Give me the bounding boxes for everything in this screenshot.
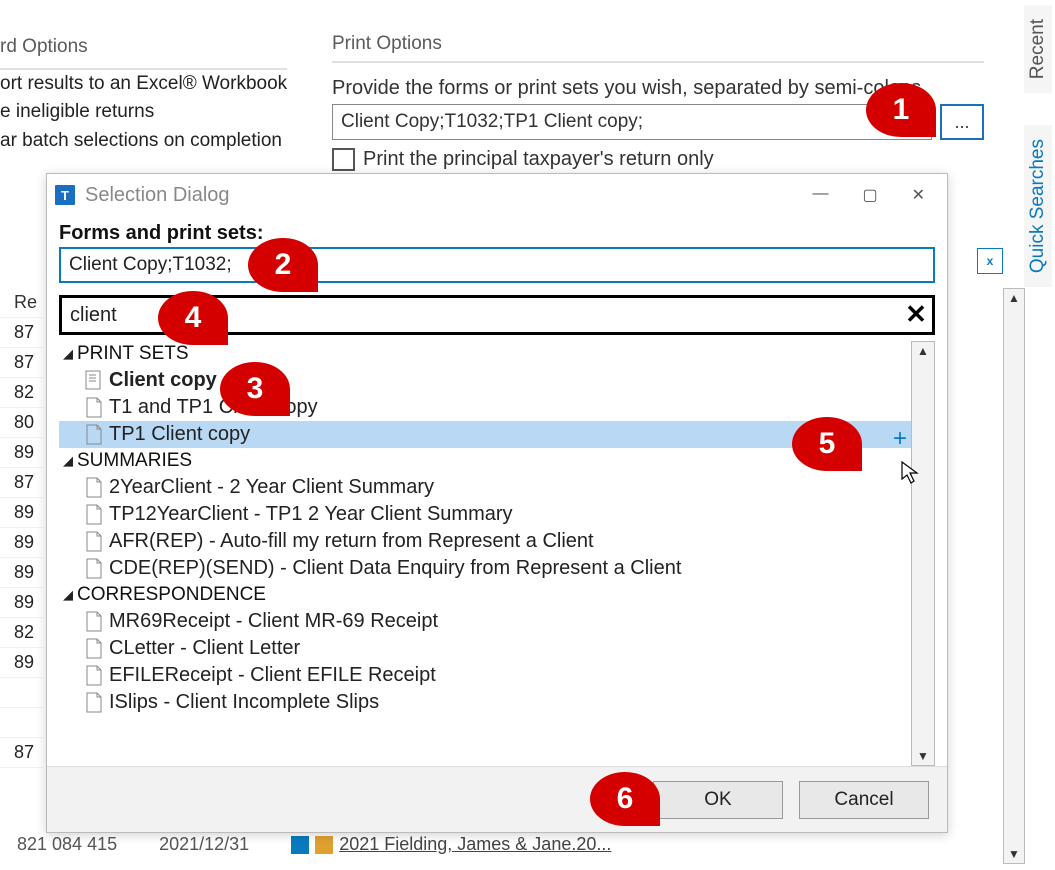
add-icon[interactable]: + [893,425,907,453]
minimize-icon[interactable]: — [812,185,828,205]
scrollbar[interactable]: ▲ ▼ [1003,288,1025,864]
table-row: 89 [0,528,43,558]
left-option: e ineligible returns [0,98,287,127]
section-label: CORRESPONDENCE [77,584,266,606]
file-icon [85,504,103,526]
ok-button[interactable]: OK [653,781,783,819]
tree-item-label: AFR(REP) - Auto-fill my return from Repr… [109,530,594,553]
scroll-up-icon[interactable]: ▲ [917,344,929,358]
peek-code: 821 084 415 [17,834,117,855]
print-sets-input[interactable] [332,104,932,140]
table-row: 87 [0,318,43,348]
tree-item-label: Client copy [109,369,217,392]
table-row: 80 [0,408,43,438]
section-summaries[interactable]: ◢ SUMMARIES [59,448,911,474]
principal-label: Print the principal taxpayer's return on… [363,148,714,171]
table-row: 82 [0,378,43,408]
results-tree: ◢ PRINT SETS Client copy T1 and TP1 Clie… [59,341,911,766]
file-icon [85,638,103,660]
tree-item-label: MR69Receipt - Client MR-69 Receipt [109,610,438,633]
maximize-icon[interactable]: ▢ [862,185,877,205]
table-row: 89 [0,588,43,618]
table-row: 89 [0,648,43,678]
app-icon: T [55,185,75,205]
file-link[interactable]: 2021 Fielding, James & Jane.20... [339,834,611,855]
browse-button[interactable]: ... [940,104,984,140]
tree-item[interactable]: T1 and TP1 Client copy [59,394,911,421]
peek-date: 2021/12/31 [159,834,249,855]
file-icon [85,692,103,714]
section-label: PRINT SETS [77,343,189,365]
file-icon [85,397,103,419]
doc-icon [315,836,333,854]
tree-item-label: 2YearClient - 2 Year Client Summary [109,476,434,499]
table-row: 82 [0,618,43,648]
section-label: SUMMARIES [77,450,192,472]
excel-icon[interactable]: x [977,248,1003,274]
scroll-up-icon[interactable]: ▲ [1008,291,1020,305]
left-option: ort results to an Excel® Workbook [0,70,287,99]
forms-print-sets-input[interactable] [59,247,935,283]
left-section-title: rd Options [0,33,287,62]
tree-scrollbar[interactable]: ▲ ▼ [911,341,935,766]
file-icon [85,558,103,580]
tree-item[interactable]: EFILEReceipt - Client EFILE Receipt [59,662,911,689]
table-row [0,708,43,738]
tree-item-label: TP12YearClient - TP1 2 Year Client Summa… [109,503,513,526]
tree-item[interactable]: CLetter - Client Letter [59,635,911,662]
tree-item[interactable]: TP12YearClient - TP1 2 Year Client Summa… [59,501,911,528]
table-row [0,678,43,708]
table-row: 89 [0,558,43,588]
table-row: 87 [0,348,43,378]
collapse-icon: ◢ [63,346,73,362]
scroll-down-icon[interactable]: ▼ [1008,847,1020,861]
tree-item[interactable]: ISlips - Client Incomplete Slips [59,689,911,716]
print-desc: Provide the forms or print sets you wish… [332,77,984,100]
tree-item-label: CDE(REP)(SEND) - Client Data Enquiry fro… [109,557,681,580]
tree-item-tp1-client-copy[interactable]: TP1 Client copy + [59,421,911,448]
tree-item-client-copy[interactable]: Client copy [59,367,911,394]
table-row: 87 [0,468,43,498]
close-icon[interactable]: ✕ [912,185,925,205]
file-icon [85,531,103,553]
cursor-icon [901,461,921,490]
tree-item-label: ISlips - Client Incomplete Slips [109,691,379,714]
cancel-button[interactable]: Cancel [799,781,929,819]
file-icon [85,477,103,499]
tree-item[interactable]: MR69Receipt - Client MR-69 Receipt [59,608,911,635]
table-row: 87 [0,738,43,768]
tree-item-label: EFILEReceipt - Client EFILE Receipt [109,664,436,687]
tree-item-label: TP1 Client copy [109,423,250,446]
principal-checkbox[interactable] [332,148,355,171]
table-row: 89 [0,438,43,468]
print-set-icon [85,370,103,392]
background-column: Re 87 87 82 80 89 87 89 89 89 89 82 89 8… [0,288,43,768]
scroll-down-icon[interactable]: ▼ [917,749,929,763]
doc-icon [291,836,309,854]
tree-item[interactable]: AFR(REP) - Auto-fill my return from Repr… [59,528,911,555]
collapse-icon: ◢ [63,587,73,603]
file-icon [85,665,103,687]
dialog-title: Selection Dialog [85,184,812,207]
section-correspondence[interactable]: ◢ CORRESPONDENCE [59,582,911,608]
recent-tab[interactable]: Recent [1024,5,1052,93]
file-icon [85,611,103,633]
file-icon [85,424,103,446]
col-header: Re [0,288,43,318]
section-print-sets[interactable]: ◢ PRINT SETS [59,341,911,367]
quick-searches-tab[interactable]: Quick Searches [1024,125,1052,287]
tree-item[interactable]: 2YearClient - 2 Year Client Summary [59,474,911,501]
search-input[interactable] [59,295,935,335]
tree-item[interactable]: CDE(REP)(SEND) - Client Data Enquiry fro… [59,555,911,582]
tree-item-label: T1 and TP1 Client copy [109,396,318,419]
clear-search-icon[interactable]: ✕ [901,299,931,329]
forms-label: Forms and print sets: [59,222,935,245]
table-row: 89 [0,498,43,528]
selection-dialog: T Selection Dialog — ▢ ✕ Forms and print… [46,173,948,833]
collapse-icon: ◢ [63,453,73,469]
left-option: ar batch selections on completion [0,127,287,156]
print-section-title: Print Options [332,33,984,55]
tree-item-label: CLetter - Client Letter [109,637,300,660]
